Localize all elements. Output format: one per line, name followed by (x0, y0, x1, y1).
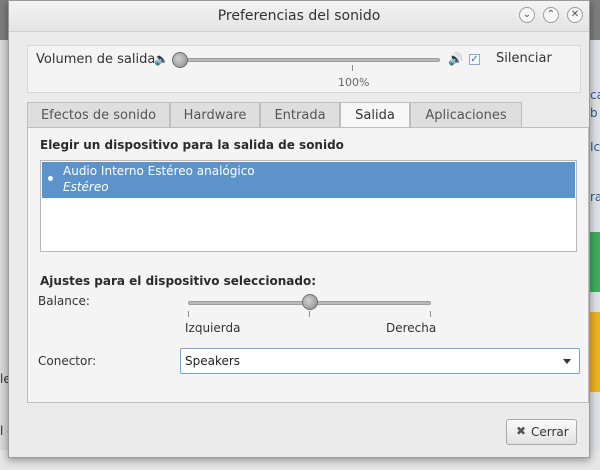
output-panel: Elegir un dispositivo para la salida de … (27, 127, 589, 403)
selected-dot-icon (48, 176, 53, 181)
minimize-button[interactable]: ⌄ (519, 7, 535, 23)
list-item[interactable]: Audio Interno Estéreo analógico Estéreo (42, 162, 575, 198)
output-volume-row: Volumen de salida: 🔈 100% 🔊 ✓ Silenciar (27, 45, 581, 93)
device-name: Audio Interno Estéreo analógico (63, 164, 255, 178)
tab-hardware[interactable]: Hardware (170, 102, 260, 128)
tab-bar: Efectos de sonido Hardware Entrada Salid… (27, 102, 581, 129)
balance-label: Balance: (38, 294, 90, 308)
tab-applications[interactable]: Aplicaciones (410, 102, 522, 128)
chevron-up-icon: ⌃ (546, 9, 556, 20)
chevron-down-icon: ⌄ (522, 9, 532, 20)
connector-selected-value: Speakers (185, 354, 241, 368)
balance-center-tick (309, 311, 310, 317)
volume-100-tick (352, 65, 353, 71)
tab-input[interactable]: Entrada (260, 102, 340, 128)
tab-output[interactable]: Salida (340, 102, 410, 129)
connector-label: Conector: (38, 354, 97, 368)
speaker-high-icon: 🔊 (448, 52, 463, 66)
balance-slider-handle[interactable] (301, 294, 318, 310)
output-volume-slider[interactable] (178, 58, 440, 62)
window-title: Preferencias del sonido (217, 8, 381, 24)
device-settings-title: Ajustes para el dispositivo seleccionado… (40, 274, 317, 288)
balance-right-label: Derecha (386, 321, 437, 335)
background-text: Ic (590, 140, 600, 154)
close-button[interactable]: ✖ Cerrar (506, 419, 577, 445)
tab-sound-effects[interactable]: Efectos de sonido (27, 102, 170, 128)
maximize-button[interactable]: ⌃ (543, 7, 559, 23)
mute-label: Silenciar (496, 51, 552, 66)
output-volume-slider-handle[interactable] (172, 52, 188, 68)
background-text: ca (590, 88, 600, 102)
close-icon: ✖ (516, 424, 527, 438)
background-yellow-block (590, 312, 600, 392)
close-icon: ✕ (570, 9, 580, 20)
balance-left-tick (188, 311, 189, 317)
close-button-label: Cerrar (531, 425, 569, 439)
chevron-down-icon (563, 359, 571, 364)
output-volume-label: Volumen de salida: (36, 52, 160, 67)
background-left-strip (0, 40, 8, 450)
choose-device-title: Elegir un dispositivo para la salida de … (40, 138, 344, 152)
balance-left-label: Izquierda (185, 321, 241, 335)
speaker-low-icon: 🔈 (154, 52, 169, 66)
connector-select[interactable]: Speakers (180, 348, 580, 374)
background-green-block (590, 232, 600, 292)
background-text: b (590, 106, 598, 120)
close-window-button[interactable]: ✕ (567, 7, 583, 23)
device-profile: Estéreo (63, 180, 109, 194)
background-text: ra (590, 190, 600, 204)
title-bar[interactable]: Preferencias del sonido ⌄ ⌃ ✕ (9, 1, 589, 32)
volume-percent-label: 100% (338, 76, 370, 89)
sound-preferences-dialog: Preferencias del sonido ⌄ ⌃ ✕ Volumen de… (8, 0, 590, 458)
balance-right-tick (430, 311, 431, 317)
mute-checkbox[interactable]: ✓ (469, 54, 480, 65)
output-device-list[interactable]: Audio Interno Estéreo analógico Estéreo (40, 160, 577, 252)
